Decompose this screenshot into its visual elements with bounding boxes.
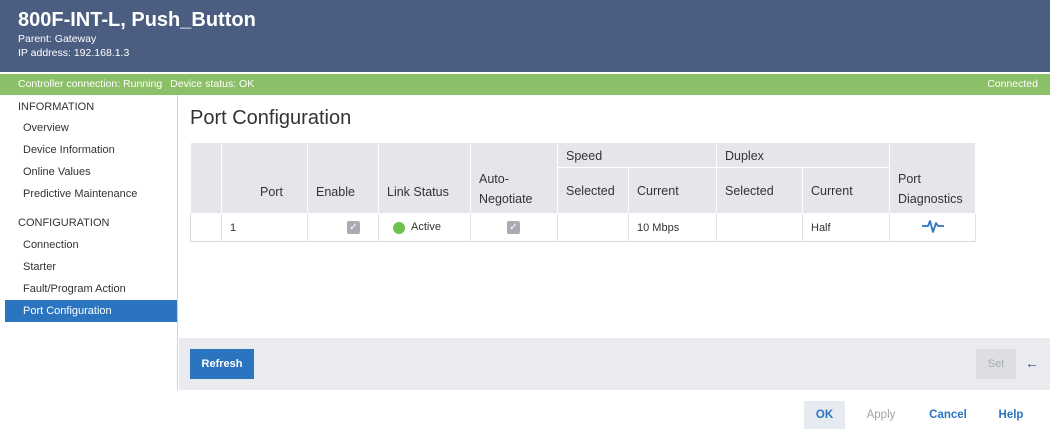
sidebar-nav: INFORMATION Overview Device Information … — [0, 95, 178, 390]
cancel-button[interactable]: Cancel — [923, 401, 973, 429]
sidebar-heading-information: INFORMATION — [18, 101, 95, 113]
sidebar-heading-configuration: CONFIGURATION — [18, 217, 110, 229]
row-selector[interactable] — [190, 213, 222, 242]
arrow-left-icon: ← — [1025, 355, 1039, 371]
column-header-auto-negotiate: Auto-Negotiate — [470, 142, 558, 214]
port-diagnostics-cell — [889, 213, 976, 242]
sidebar-item-device-information[interactable]: Device Information — [0, 139, 177, 161]
column-header-speed-selected: Selected — [557, 167, 629, 214]
connection-status: Connected — [987, 78, 1038, 90]
sidebar-item-starter[interactable]: Starter — [0, 256, 177, 278]
column-header-duplex-current: Current — [802, 167, 890, 214]
ok-button[interactable]: OK — [804, 401, 845, 429]
sidebar-item-connection[interactable]: Connection — [0, 234, 177, 256]
sidebar-item-port-configuration[interactable]: Port Configuration — [5, 300, 177, 322]
sidebar-item-overview[interactable]: Overview — [0, 117, 177, 139]
link-status-cell: Active — [378, 213, 471, 242]
column-header-port-diagnostics: Port Diagnostics — [889, 142, 976, 214]
column-group-duplex: Duplex — [716, 142, 890, 168]
controller-connection-status: Controller connection: Running — [18, 78, 163, 90]
enable-checkbox[interactable]: ✓ — [347, 221, 360, 234]
column-header-speed-current: Current — [628, 167, 717, 214]
column-header-enable: Enable — [307, 142, 379, 214]
status-bar: Controller connection: Running Device sta… — [0, 74, 1050, 95]
speed-current-cell: 10 Mbps — [628, 213, 717, 242]
status-dot-icon — [393, 221, 405, 234]
row-selector-header — [190, 142, 222, 214]
action-bar: Refresh Set ← — [179, 338, 1050, 390]
device-status: Device status: OK — [170, 78, 255, 90]
port-configuration-table: Port Enable Link Status Auto-Negotiate S… — [190, 142, 976, 242]
page-title: Port Configuration — [190, 107, 352, 129]
auto-negotiate-cell: ✓ — [470, 213, 558, 242]
parent-label: Parent: Gateway — [18, 33, 97, 45]
port-cell: 1 — [221, 213, 308, 242]
dialog-footer: OK Apply Cancel Help — [0, 390, 1050, 441]
column-header-link-status: Link Status — [378, 142, 471, 214]
apply-button[interactable]: Apply — [860, 401, 902, 429]
help-button[interactable]: Help — [993, 401, 1029, 429]
speed-selected-cell[interactable] — [557, 213, 629, 242]
table-row[interactable]: 1 ✓ Active ✓ 10 Mbps Half — [190, 213, 976, 242]
link-status-value: Active — [411, 221, 441, 234]
sidebar-item-online-values[interactable]: Online Values — [0, 161, 177, 183]
duplex-selected-cell[interactable] — [716, 213, 803, 242]
column-header-duplex-selected: Selected — [716, 167, 803, 214]
duplex-current-cell: Half — [802, 213, 890, 242]
device-title: 800F-INT-L, Push_Button — [18, 9, 256, 31]
main-panel: Port Configuration Port Enable Link Stat… — [179, 95, 1050, 338]
column-group-speed: Speed — [557, 142, 717, 168]
ip-address-label: IP address: 192.168.1.3 — [18, 47, 130, 59]
pulse-icon[interactable] — [921, 219, 945, 233]
sidebar-item-fault-program-action[interactable]: Fault/Program Action — [0, 278, 177, 300]
column-header-port: Port — [221, 142, 308, 214]
set-button[interactable]: Set — [976, 349, 1016, 379]
enable-cell: ✓ — [307, 213, 379, 242]
refresh-button[interactable]: Refresh — [190, 349, 254, 379]
auto-negotiate-checkbox[interactable]: ✓ — [507, 221, 520, 234]
sidebar-item-predictive-maintenance[interactable]: Predictive Maintenance — [0, 183, 177, 205]
device-header: 800F-INT-L, Push_Button Parent: Gateway … — [0, 0, 1050, 72]
